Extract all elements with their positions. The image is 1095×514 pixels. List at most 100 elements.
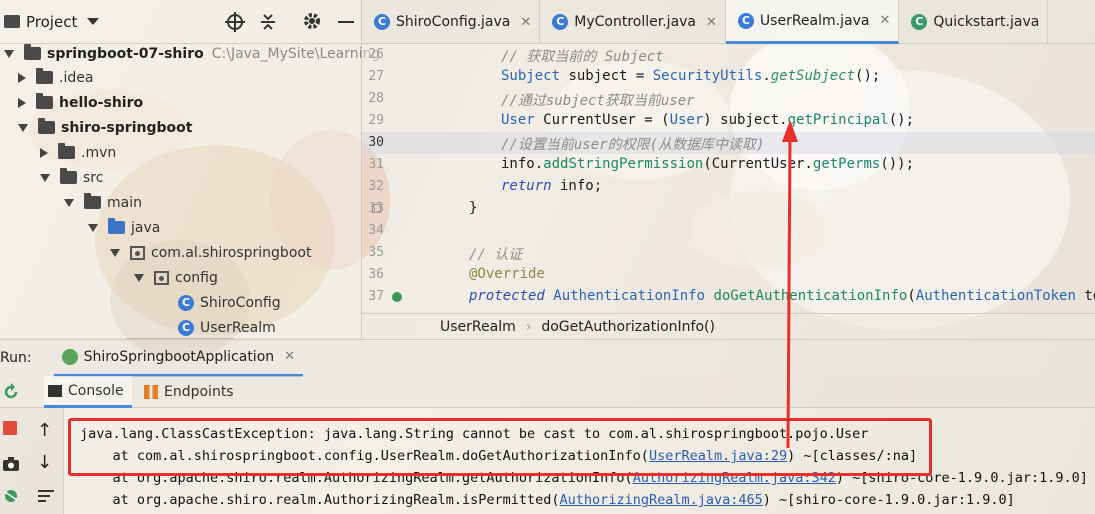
code-line-35: // 认证 [469,247,523,263]
tab-mycontroller[interactable]: C MyController.java ✕ [540,0,726,44]
tree-item-label: .idea [59,69,94,86]
code-token: Subject [501,68,561,84]
tree-item-package[interactable]: com.al.shirospringboot [110,240,311,265]
run-config-label: ShiroSpringbootApplication [83,348,275,365]
breadcrumb: UserRealm › doGetAuthorizationInfo() [362,313,1095,339]
line-number: 26 [368,47,384,62]
tree-item-label: ShiroConfig [200,294,281,311]
close-icon[interactable]: ✕ [879,13,890,28]
collapse-all-icon[interactable] [259,12,277,32]
chevron-right-icon[interactable] [18,72,26,83]
chevron-down-icon[interactable] [134,273,144,282]
line-number: 37 [368,289,384,304]
camera-icon[interactable] [2,456,20,472]
close-icon[interactable]: ✕ [520,15,531,30]
module-folder-icon [38,118,55,134]
line-number-gutter: 26 27 28 29 30 31 32 33 34 35 36 37 [362,44,410,313]
tree-item-shiroconfig[interactable]: C ShiroConfig [178,290,281,315]
tree-item-main[interactable]: main [64,190,142,215]
run-tool-bar: Run: ShiroSpringbootApplication ✕ [0,339,1095,377]
line-number: 27 [368,69,384,84]
tab-label: MyController.java [574,14,697,30]
endpoints-icon [144,385,158,399]
line-number: 35 [368,245,384,260]
fold-icon[interactable] [372,204,381,213]
arrow-down-icon[interactable]: ↓ [37,452,52,473]
tab-label: UserRealm.java [759,12,870,29]
tree-item-label: UserRealm [200,319,276,336]
soft-wrap-icon[interactable] [37,488,55,504]
code-token: getPerms [812,156,881,172]
tree-item-root-module[interactable]: springboot-07-shiro C:\Java_MySite\Learn… [4,41,380,66]
arrow-up-icon[interactable]: ↑ [37,420,52,441]
chevron-down-icon[interactable] [4,49,14,58]
gear-icon[interactable] [302,11,322,31]
target-icon[interactable] [225,12,245,32]
line-number: 28 [368,91,384,106]
close-icon[interactable]: ✕ [284,349,295,364]
spring-boot-icon [61,348,78,365]
tree-item-shiro-springboot[interactable]: shiro-springboot [18,115,192,140]
code-editor[interactable]: 26 27 28 29 30 31 32 33 34 35 36 37 // 获… [362,44,1095,313]
folder-icon [60,168,77,184]
stop-icon[interactable] [3,421,17,435]
chevron-right-icon[interactable] [18,97,26,108]
code-line-30: //设置当前user的权限(从数据库中读取) [501,137,765,153]
module-folder-icon [36,93,53,109]
close-icon[interactable]: ✕ [706,15,717,30]
tree-item-config[interactable]: config [134,265,218,290]
tree-item-idea[interactable]: .idea [18,65,93,90]
console-icon [48,384,62,397]
chevron-down-icon[interactable] [40,173,50,182]
minimize-icon[interactable] [338,21,354,23]
tab-userrealm[interactable]: C UserRealm.java ✕ [725,0,900,44]
class-icon: C [374,14,390,30]
code-line-31: info.addStringPermission(CurrentUser.get… [501,156,915,172]
chevron-down-icon[interactable] [87,18,100,25]
code-token: User [501,112,535,128]
tree-item-label: .mvn [81,144,117,161]
tab-label: ShiroConfig.java [396,14,511,30]
chevron-down-icon[interactable] [64,198,74,207]
tab-endpoints[interactable]: Endpoints [144,376,234,408]
chevron-right-icon[interactable] [40,147,48,158]
tab-shiroconfig[interactable]: C ShiroConfig.java ✕ [362,0,541,44]
stacktrace-link[interactable]: AuthorizingRealm.java:465 [560,492,763,508]
code-token: getSubject [770,68,856,84]
chevron-down-icon[interactable] [88,223,98,232]
runnable-class-icon: C [911,14,928,30]
chevron-down-icon[interactable] [18,123,28,132]
implementation-gutter-icon[interactable] [392,292,402,302]
code-token: SecurityUtils [652,68,763,84]
code-line-28: //通过subject获取当前user [501,93,695,109]
chevron-right-icon: › [525,318,532,335]
tree-item-java[interactable]: java [88,215,160,240]
tree-item-label: src [83,169,104,186]
chevron-down-icon[interactable] [110,248,120,257]
class-icon: C [178,319,194,336]
tree-item-userrealm[interactable]: C UserRealm [178,315,276,340]
console-line: at org.apache.shiro.realm.AuthorizingRea… [80,492,1015,508]
tab-quickstart[interactable]: C Quickstart.java [899,0,1049,44]
run-config-tab[interactable]: ShiroSpringbootApplication ✕ [53,340,304,377]
breadcrumb-method[interactable]: doGetAuthorizationInfo() [541,319,715,335]
line-number: 31 [368,157,384,172]
tab-console[interactable]: Console [44,376,132,408]
class-icon: C [737,12,754,29]
breadcrumb-class[interactable]: UserRealm [440,319,516,335]
code-line-29: User CurrentUser = (User) subject.getPri… [501,112,915,128]
line-number: 36 [368,267,384,282]
tree-item-mvn[interactable]: .mvn [40,140,116,165]
tree-item-label: com.al.shirospringboot [151,244,312,261]
tree-item-hello-shiro[interactable]: hello-shiro [18,90,143,115]
project-panel: Project springboot-07-shiro C:\Java_MySi… [0,0,380,340]
tree-item-label: java [131,219,161,236]
tree-item-path-hint: C:\Java_MySite\Learning [211,45,381,62]
project-panel-title[interactable]: Project [26,13,77,31]
tree-item-src[interactable]: src [40,165,103,190]
code-token: return [501,178,552,194]
source-folder-icon [108,218,125,234]
tree-item-label: springboot-07-shiro [47,45,204,62]
folder-icon [58,143,75,159]
debug-icon[interactable] [2,486,20,504]
